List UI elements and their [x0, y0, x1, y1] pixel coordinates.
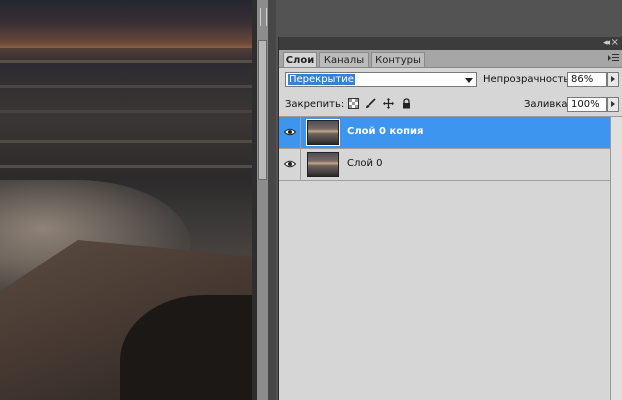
visibility-toggle[interactable] [279, 117, 301, 148]
layer-name[interactable]: Слой 0 [347, 158, 383, 169]
layer-row-selected[interactable]: Слой 0 копия [279, 117, 610, 149]
layer-thumbnail [307, 152, 339, 177]
lock-brush-icon[interactable] [365, 98, 376, 109]
fill-stepper[interactable] [607, 97, 619, 112]
panel-separator [268, 0, 276, 400]
tab-channels[interactable]: Каналы [319, 52, 369, 67]
layer-row[interactable]: Слой 0 [279, 149, 610, 181]
layers-list: Слой 0 копия Слой 0 [279, 117, 610, 400]
tab-paths[interactable]: Контуры [371, 52, 425, 67]
blend-mode-value: Перекрытие [288, 74, 355, 85]
eye-icon [284, 160, 296, 168]
lock-move-icon[interactable] [383, 98, 394, 109]
fill-field[interactable]: 100% [567, 97, 607, 112]
scrollbar-thumb[interactable] [258, 40, 267, 180]
layers-panel: ◂◂ × Слои Каналы Контуры Перекрытие Непр… [278, 37, 622, 400]
opacity-stepper[interactable] [607, 72, 619, 87]
blend-opacity-row: Перекрытие Непрозрачность: 86% [279, 69, 622, 93]
canvas-wave [0, 60, 252, 63]
panel-menu-icon[interactable] [608, 54, 619, 62]
canvas-wave [0, 85, 252, 88]
visibility-toggle[interactable] [279, 149, 301, 180]
panel-tabbar: Слои Каналы Контуры [279, 50, 622, 68]
layer-thumbnail [306, 119, 340, 146]
canvas-wave [0, 140, 252, 143]
stepper-arrow-icon [611, 101, 615, 107]
dropdown-arrow-icon[interactable] [465, 78, 473, 83]
tab-layers[interactable]: Слои [283, 52, 317, 67]
lock-all-icon[interactable] [401, 98, 412, 109]
collapse-icon[interactable]: ◂◂ [603, 38, 610, 48]
opacity-field[interactable]: 86% [567, 72, 607, 87]
lock-transparent-icon[interactable] [348, 98, 359, 109]
stepper-arrow-icon [611, 76, 615, 82]
scrollbar-grip[interactable] [260, 8, 267, 26]
lock-fill-row: Закрепить: Заливка: 100% [279, 95, 622, 115]
panel-header: ◂◂ × [279, 37, 622, 50]
layer-name[interactable]: Слой 0 копия [347, 126, 423, 137]
close-icon[interactable]: × [611, 37, 619, 48]
canvas-sky [0, 0, 252, 48]
canvas-wave [0, 110, 252, 113]
lock-label: Закрепить: [285, 99, 345, 110]
layers-scrollbar[interactable] [610, 117, 622, 400]
canvas-scrollbar[interactable] [257, 0, 268, 400]
fill-label: Заливка: [524, 99, 571, 110]
document-canvas[interactable] [0, 0, 252, 400]
blend-mode-select[interactable]: Перекрытие [285, 72, 477, 87]
canvas-wave [0, 165, 252, 168]
opacity-label: Непрозрачность: [483, 74, 573, 85]
eye-icon [284, 128, 296, 136]
